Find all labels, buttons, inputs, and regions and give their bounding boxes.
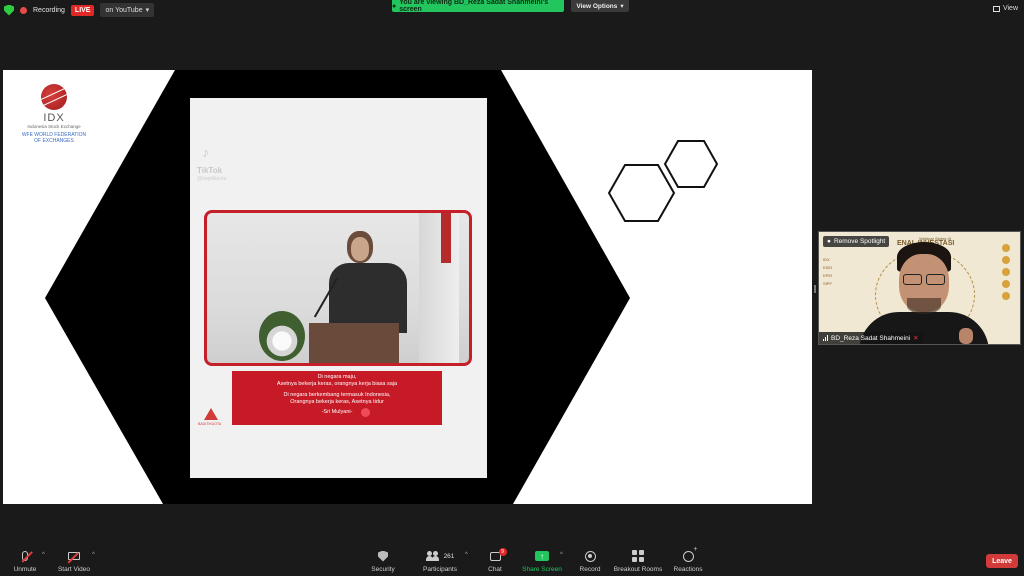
top-bar: Recording LIVE on YouTube ▾ ● You are vi… — [0, 0, 1024, 22]
glasses — [903, 274, 945, 285]
idx-logo: IDX Indonesia Stock Exchange WFE WORLD F… — [19, 84, 89, 144]
unmute-label: Unmute — [13, 566, 37, 573]
quote-line: Orangnya bekerja keras, Asetnya tidur — [290, 398, 384, 405]
security-shield-icon — [378, 550, 388, 562]
breakout-rooms-label: Breakout Rooms — [613, 566, 663, 573]
share-screen-button[interactable]: ↑ Share Screen — [522, 544, 562, 576]
viewing-screen-banner: ● You are viewing BD_Reza Sadat Shahmein… — [392, 0, 564, 13]
wfe-member-label: WFE WORLD FEDERATION OF EXCHANGES — [21, 132, 87, 144]
remove-spotlight-label: Remove Spotlight — [833, 238, 886, 245]
recording-status-group: Recording LIVE on YouTube ▾ — [4, 3, 155, 17]
youtube-label: on YouTube — [105, 6, 143, 14]
idx-subtitle: Indonesia Stock Exchange — [27, 124, 81, 129]
flower-bouquet — [259, 311, 305, 361]
unmute-button[interactable]: Unmute — [12, 544, 38, 576]
video-camera-off-icon — [67, 552, 80, 564]
shared-screen-slide: IDX Indonesia Stock Exchange WFE WORLD F… — [3, 70, 812, 504]
reaction-smiley-icon — [682, 546, 698, 562]
leave-button[interactable]: Leave — [986, 554, 1018, 568]
participants-label: Participants — [423, 566, 457, 573]
record-icon — [584, 550, 596, 562]
idx-globe-icon — [41, 84, 67, 110]
participants-icon — [425, 551, 440, 561]
view-label: View — [1002, 5, 1018, 12]
quote-line: Di negara berkembang termasuk Indonesia, — [283, 392, 391, 399]
quote-line: Asetnya bekerja keras, orangnya kerja bi… — [276, 380, 398, 387]
record-button[interactable]: Record — [578, 544, 602, 576]
start-video-button[interactable]: Start Video — [56, 544, 92, 576]
muted-mic-icon: ✕ — [913, 335, 919, 342]
sponsor-logo: SIPF — [823, 281, 832, 286]
chat-button[interactable]: 9 Chat — [485, 544, 507, 576]
meeting-toolbar: Unmute ^ Start Video ^ Security 261 Part… — [0, 544, 1024, 576]
microphone-muted-icon — [21, 551, 33, 563]
start-video-label: Start Video — [57, 566, 91, 573]
panel-resize-handle[interactable] — [814, 285, 816, 293]
tiktok-name: TikTok — [197, 166, 223, 175]
quote-line: Di negara maju, — [317, 374, 357, 380]
participant-name-tag: BD_Reza Sadat Shahmeini ✕ — [819, 332, 923, 344]
record-label: Record — [579, 566, 601, 573]
speaker-photo — [204, 210, 472, 366]
participants-button[interactable]: 261 Participants — [420, 544, 460, 576]
sponsor-logo: KSEI — [823, 265, 833, 270]
participants-options-chevron-icon[interactable]: ^ — [465, 552, 468, 558]
recording-dot-icon — [20, 6, 27, 14]
zoom-window: Recording LIVE on YouTube ▾ ● You are vi… — [0, 0, 1024, 576]
participant-name: BD_Reza Sadat Shahmeini — [831, 334, 911, 342]
audio-options-chevron-icon[interactable]: ^ — [42, 552, 45, 558]
tiktok-logo-icon: ♪ — [202, 144, 209, 160]
bagitikuota-logo-icon — [204, 408, 218, 420]
reactions-label: Reactions — [673, 566, 703, 573]
share-screen-arrow-icon: ↑ — [535, 551, 549, 561]
idx-name: IDX — [43, 112, 65, 124]
share-screen-label: Share Screen — [522, 566, 562, 573]
breakout-rooms-icon — [632, 550, 644, 562]
chat-bubble-icon: 9 — [489, 547, 507, 561]
reactions-button[interactable]: Reactions — [673, 544, 703, 576]
grid-view-icon — [992, 5, 1000, 12]
participants-count: 261 — [443, 552, 455, 560]
recording-label: Recording — [33, 6, 65, 14]
breakout-rooms-button[interactable]: Breakout Rooms — [614, 544, 662, 576]
chevron-down-icon: ▾ — [145, 7, 150, 14]
video-options-chevron-icon[interactable]: ^ — [92, 552, 95, 558]
hexagon-outline-decoration — [608, 140, 719, 222]
security-label: Security — [371, 566, 395, 573]
live-badge[interactable]: LIVE — [70, 4, 95, 16]
share-screen-icon: ● — [392, 2, 397, 10]
viewing-banner-text: You are viewing BD_Reza Sadat Shahmeini'… — [399, 0, 549, 13]
spotlight-icon: ● — [827, 238, 831, 245]
sponsor-logo: KPEI — [823, 273, 833, 278]
chevron-down-icon: ▾ — [620, 3, 624, 10]
spotlight-video-tile[interactable]: Webinar Series III ENAL INVESTASI IDX KS… — [818, 231, 1021, 345]
signal-bars-icon — [823, 335, 828, 341]
encryption-shield-icon[interactable] — [4, 4, 14, 16]
flag-icon — [441, 213, 451, 263]
quote-box: Di negara maju, Asetnya bekerja keras, o… — [232, 371, 442, 425]
corner-label: BAGITIKUOTA — [198, 422, 222, 426]
chat-unread-badge: 9 — [498, 547, 507, 556]
sponsor-logos: IDX KSEI KPEI SIPF — [823, 256, 832, 288]
tiktok-video-frame: ♪ TikTok @bagitikuota Di negara maju, As… — [190, 98, 487, 478]
youtube-stream-button[interactable]: on YouTube ▾ — [100, 3, 155, 17]
view-button[interactable]: View — [992, 5, 1018, 12]
podium — [309, 323, 399, 363]
view-options-label: View Options — [576, 2, 618, 10]
heart-icon — [361, 408, 370, 417]
sponsor-logo: IDX — [823, 257, 830, 262]
remove-spotlight-button[interactable]: ● Remove Spotlight — [823, 236, 890, 247]
quote-signature: -Sri Mulyani- — [321, 409, 353, 416]
partner-logos — [995, 240, 1017, 304]
view-options-button[interactable]: View Options ▾ — [571, 0, 629, 12]
tiktok-handle: @bagitikuota — [197, 176, 227, 182]
share-options-chevron-icon[interactable]: ^ — [560, 552, 563, 558]
chat-label: Chat — [488, 566, 502, 573]
security-button[interactable]: Security — [370, 544, 396, 576]
